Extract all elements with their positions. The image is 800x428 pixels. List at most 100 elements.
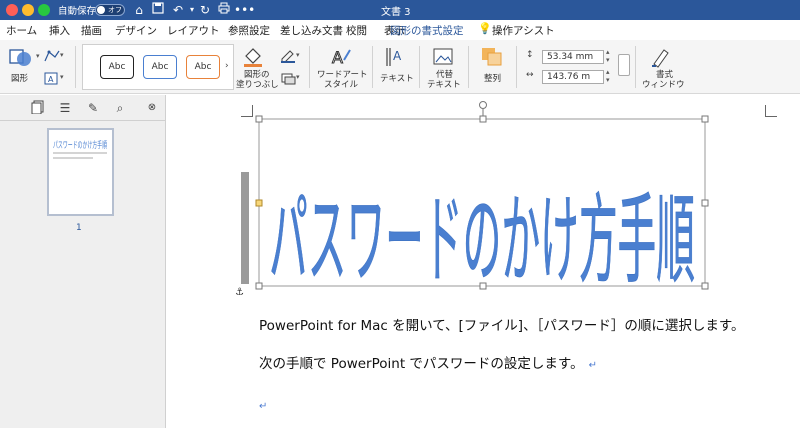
alt-text-button[interactable]: 代替 テキスト: [424, 44, 464, 90]
body-paragraph-2: 次の手順で PowerPoint でパスワードの設定します。: [259, 356, 584, 372]
page-number: 1: [76, 223, 82, 233]
headings-list-icon[interactable]: ☰: [57, 100, 73, 116]
shape-fill-label: 塗りつぶし: [236, 80, 279, 90]
wordart-textbox[interactable]: ⚓︎ パスワードのかけ方手順: [235, 99, 711, 295]
shapes-label: 図形: [11, 74, 29, 84]
gallery-next-icon[interactable]: ›: [225, 61, 229, 71]
wordart-label: スタイル: [324, 80, 359, 90]
svg-text:⚓︎: ⚓︎: [235, 287, 244, 295]
arrange-label: 整列: [484, 74, 502, 84]
svg-text:A: A: [48, 75, 54, 84]
ribbon-separator: [635, 46, 636, 88]
ribbon-separator: [75, 46, 76, 88]
shape-effects-icon: [281, 73, 296, 85]
lock-aspect-ratio-toggle[interactable]: [618, 54, 630, 76]
chevron-down-icon[interactable]: ▾: [60, 51, 64, 59]
text-options-button[interactable]: A テキスト: [378, 44, 414, 90]
shapes-icon: [9, 49, 31, 66]
document-title: 文書 3: [381, 7, 411, 18]
svg-text:パスワードのかけ方手順: パスワードのかけ方手順: [53, 139, 107, 151]
more-icon[interactable]: •••: [234, 2, 255, 18]
chevron-down-icon[interactable]: ▾: [296, 51, 300, 59]
tab-design[interactable]: デザイン: [115, 23, 157, 38]
format-pane-label: ウィンドウ: [642, 80, 685, 90]
search-icon[interactable]: ⌕: [112, 100, 128, 116]
home-icon[interactable]: ⌂: [131, 2, 147, 18]
ribbon-tabs: ホーム 挿入 描画 デザイン レイアウト 参照設定 差し込み文書 校閲 表示 図…: [0, 20, 800, 58]
shape-width-input[interactable]: 143.76 m: [542, 70, 604, 84]
text-direction-icon: A: [386, 48, 402, 66]
autosave-state: オフ: [108, 6, 122, 14]
ribbon-separator: [419, 46, 420, 88]
alt-text-label: 代替: [436, 70, 454, 80]
title-bar: 自動保存 オフ ⌂ ↶ ▾ ↻ ••• 文書 3: [0, 0, 800, 20]
height-stepper[interactable]: ▴ ▾: [606, 48, 610, 64]
ribbon-separator: [516, 46, 517, 88]
text-box-button[interactable]: A: [44, 70, 70, 86]
arrange-icon: [482, 48, 502, 66]
tab-references[interactable]: 参照設定: [228, 23, 270, 38]
minimize-window-button[interactable]: [22, 4, 34, 16]
insert-shapes-button[interactable]: 図形: [4, 44, 40, 90]
navigation-toolbar: ☰ ✎ ⌕ ⊗: [0, 95, 166, 121]
margin-corner-mark: [765, 105, 777, 117]
zoom-window-button[interactable]: [38, 4, 50, 16]
text-box-icon: A: [44, 72, 58, 85]
format-pane-button[interactable]: 書式 ウィンドウ: [640, 44, 685, 90]
tab-insert[interactable]: 挿入: [49, 23, 70, 38]
navigation-pane: ☰ ✎ ⌕ ⊗ パスワードのかけ方手順 1: [0, 95, 166, 428]
edit-shape-button[interactable]: [44, 48, 70, 64]
wordart-styles-button[interactable]: A ワードアート スタイル: [314, 44, 368, 91]
save-icon[interactable]: [150, 2, 166, 18]
page-thumbnails-icon[interactable]: [30, 100, 46, 116]
format-pane-label: 書式: [656, 70, 674, 80]
tab-review[interactable]: 校閲: [346, 23, 367, 38]
alt-text-label: テキスト: [427, 80, 461, 90]
shape-style-option[interactable]: Abc: [143, 55, 177, 79]
wordart-icon: A: [332, 48, 351, 68]
tab-home[interactable]: ホーム: [6, 23, 37, 38]
body-paragraph-1[interactable]: PowerPoint for Mac を開いて、[ファイル]、［パスワード］の順…: [259, 314, 744, 334]
tab-tell-me[interactable]: 操作アシスト: [492, 23, 555, 38]
ribbon: 図形 ▾ A ▾ ▾ Abc Abc Abc › 図形の 塗りつぶし ▾ ▾ A: [0, 40, 800, 94]
ribbon-separator: [372, 46, 373, 88]
autosave-toggle[interactable]: オフ: [95, 4, 125, 16]
text-label: テキスト: [380, 74, 414, 84]
shape-style-option[interactable]: Abc: [100, 55, 134, 79]
body-paragraph-2-line[interactable]: 次の手順で PowerPoint でパスワードの設定します。 ↵: [259, 352, 597, 372]
shape-effects-button[interactable]: [280, 70, 304, 86]
shape-fill-button[interactable]: 図形の 塗りつぶし: [236, 44, 279, 90]
document-canvas[interactable]: ⚓︎ パスワードのかけ方手順 PowerPoint for Mac を開いて、[…: [167, 95, 800, 428]
ribbon-separator: [309, 46, 310, 88]
chevron-down-icon[interactable]: ▾: [36, 52, 40, 60]
shape-styles-gallery[interactable]: Abc Abc Abc ›: [82, 44, 234, 90]
redo-icon[interactable]: ↻: [197, 2, 213, 18]
tab-mailings[interactable]: 差し込み文書: [280, 23, 343, 38]
shape-outline-button[interactable]: [280, 48, 304, 64]
print-icon[interactable]: [216, 2, 232, 18]
paint-bucket-icon: [244, 48, 262, 67]
tab-draw[interactable]: 描画: [81, 23, 102, 38]
lightbulb-icon: 💡: [478, 22, 492, 35]
edit-document-icon[interactable]: ✎: [85, 100, 101, 116]
ribbon-separator: [468, 46, 469, 88]
tab-shape-format[interactable]: 図形の書式設定: [390, 23, 464, 38]
tab-layout[interactable]: レイアウト: [167, 23, 220, 38]
width-stepper[interactable]: ▴ ▾: [606, 68, 610, 84]
chevron-down-icon[interactable]: ▾: [60, 73, 64, 81]
svg-text:A: A: [332, 48, 343, 67]
autosave-label: 自動保存: [58, 6, 97, 17]
paragraph-mark: ↵: [588, 360, 598, 371]
edit-shape-icon: [44, 50, 60, 62]
svg-text:A: A: [393, 49, 402, 63]
close-window-button[interactable]: [6, 4, 18, 16]
alt-text-icon: [433, 48, 453, 65]
arrange-button[interactable]: 整列: [474, 44, 510, 90]
chevron-down-icon[interactable]: ▾: [296, 73, 300, 81]
close-icon[interactable]: ⊗: [144, 100, 160, 116]
workspace: ☰ ✎ ⌕ ⊗ パスワードのかけ方手順 1 ⚓︎: [0, 95, 800, 428]
shape-style-option[interactable]: Abc: [186, 55, 220, 79]
pen-icon: [281, 50, 295, 63]
page-thumbnail[interactable]: パスワードのかけ方手順: [47, 128, 114, 216]
shape-height-input[interactable]: 53.34 mm: [542, 50, 604, 64]
